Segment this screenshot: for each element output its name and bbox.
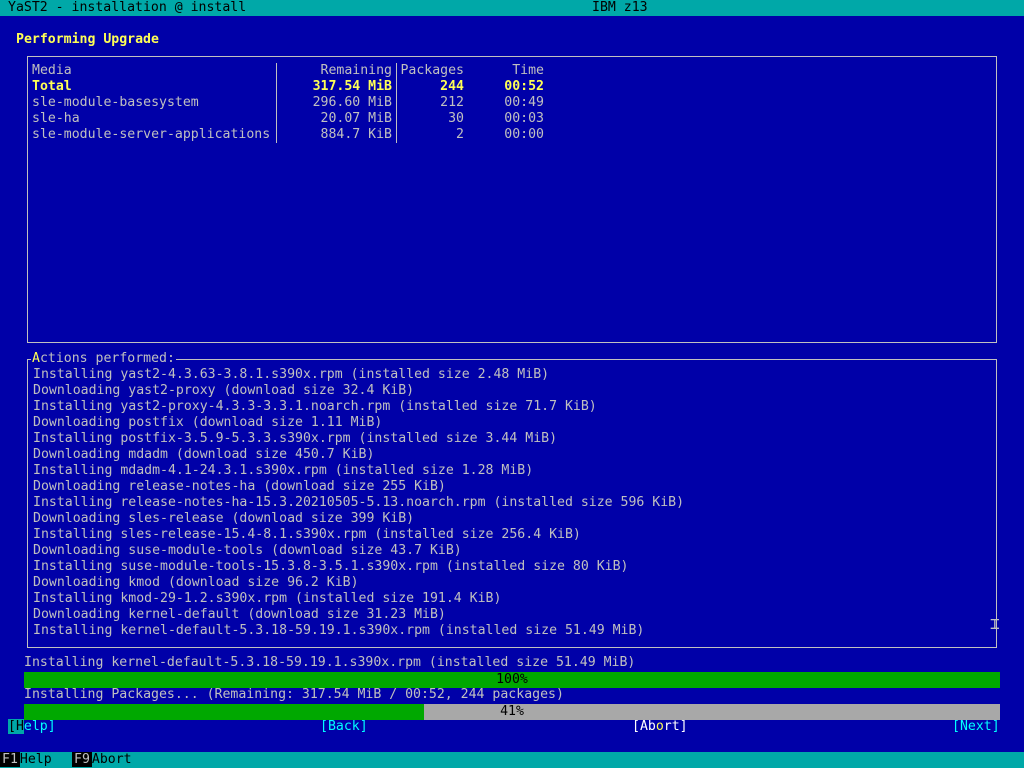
page-title: Performing Upgrade — [16, 32, 159, 47]
abort-button-label-a: [Ab — [632, 719, 656, 734]
table-row-media: sle-ha — [32, 111, 80, 126]
log-line: Downloading suse-module-tools (download … — [33, 543, 462, 558]
log-line: Installing release-notes-ha-15.3.2021050… — [33, 495, 685, 510]
overall-progress-label: 41% — [500, 704, 524, 719]
log-line: Downloading release-notes-ha (download s… — [33, 479, 446, 494]
log-line: Downloading kernel-default (download siz… — [33, 607, 446, 622]
table-row-total-media: Total — [32, 79, 72, 94]
overall-progress-bar: 41% — [24, 704, 1000, 720]
log-line: Installing yast2-proxy-4.3.3-3.3.1.noarc… — [33, 399, 597, 414]
log-line: Installing yast2-4.3.63-3.8.1.s390x.rpm … — [33, 367, 550, 382]
log-line: Downloading sles-release (download size … — [33, 511, 415, 526]
title-bar: YaST2 - installation @ install IBM z13 — [0, 0, 1024, 16]
log-line: Installing sles-release-15.4-8.1.s390x.r… — [33, 527, 581, 542]
help-button-label: elp] — [23, 719, 56, 734]
column-divider — [396, 63, 397, 143]
abort-button-label-b: rt] — [663, 719, 688, 734]
actions-label-text: ctions performed: — [39, 351, 175, 366]
f9-key-action: Abort — [91, 752, 132, 767]
help-button-bracket: [ — [8, 719, 16, 734]
actions-label-accel: A — [32, 351, 40, 366]
help-button[interactable]: [Help] — [8, 719, 56, 735]
log-line: Downloading kmod (download size 96.2 KiB… — [33, 575, 359, 590]
overall-status: Installing Packages... (Remaining: 317.5… — [24, 687, 564, 702]
package-progress-label: 100% — [496, 672, 528, 687]
table-row-total-remaining: 317.54 MiB — [312, 79, 392, 94]
table-row-total-packages: 244 — [440, 79, 464, 94]
actions-log-label: Actions performed: — [31, 351, 176, 367]
log-line: Installing mdadm-4.1-24.3.1.s390x.rpm (i… — [33, 463, 534, 478]
log-line: Installing kernel-default-5.3.18-59.19.1… — [33, 623, 645, 638]
table-row-time: 00:03 — [504, 111, 544, 126]
table-row-total-time: 00:52 — [504, 79, 544, 94]
column-header-packages: Packages — [400, 63, 464, 78]
package-progress-bar: 100% — [24, 672, 1000, 688]
table-row-media: sle-module-basesystem — [32, 95, 199, 110]
table-row-remaining: 296.60 MiB — [312, 95, 392, 110]
text-cursor-icon: ⌶ — [990, 614, 1000, 633]
column-header-remaining: Remaining — [320, 63, 392, 78]
next-button[interactable]: [Next] — [952, 719, 1000, 735]
back-button[interactable]: [Back] — [320, 719, 368, 735]
log-line: Downloading postfix (download size 1.11 … — [33, 415, 383, 430]
machine-name: IBM z13 — [592, 0, 648, 15]
table-row-packages: 2 — [456, 127, 464, 142]
f9-key-label: F9 — [72, 752, 92, 767]
table-row-remaining: 884.7 KiB — [320, 127, 392, 142]
current-package-status: Installing kernel-default-5.3.18-59.19.1… — [24, 655, 636, 670]
table-row-packages: 212 — [440, 95, 464, 110]
table-row-packages: 30 — [448, 111, 464, 126]
f1-key-label: F1 — [0, 752, 20, 767]
log-line: Downloading yast2-proxy (download size 3… — [33, 383, 415, 398]
column-divider — [276, 63, 277, 143]
window-title: YaST2 - installation @ install — [8, 0, 247, 15]
f9-abort-key[interactable]: F9 Abort — [72, 752, 132, 768]
column-header-time: Time — [512, 63, 544, 78]
function-key-bar: F1 Help F9 Abort — [0, 752, 1024, 768]
table-row-time: 00:49 — [504, 95, 544, 110]
abort-button[interactable]: [Abort] — [632, 719, 688, 735]
column-header-media: Media — [32, 63, 72, 78]
log-line: Installing suse-module-tools-15.3.8-3.5.… — [33, 559, 629, 574]
f1-key-action: Help — [19, 752, 52, 767]
f1-help-key[interactable]: F1 Help — [0, 752, 52, 768]
log-line: Installing postfix-3.5.9-5.3.3.s390x.rpm… — [33, 431, 558, 446]
abort-button-accel: o — [655, 719, 664, 734]
help-button-accel: H — [15, 719, 24, 734]
log-line: Installing kmod-29-1.2.s390x.rpm (instal… — [33, 591, 502, 606]
table-row-media: sle-module-server-applications — [32, 127, 271, 142]
table-row-time: 00:00 — [504, 127, 544, 142]
table-row-remaining: 20.07 MiB — [320, 111, 392, 126]
log-line: Downloading mdadm (download size 450.7 K… — [33, 447, 375, 462]
